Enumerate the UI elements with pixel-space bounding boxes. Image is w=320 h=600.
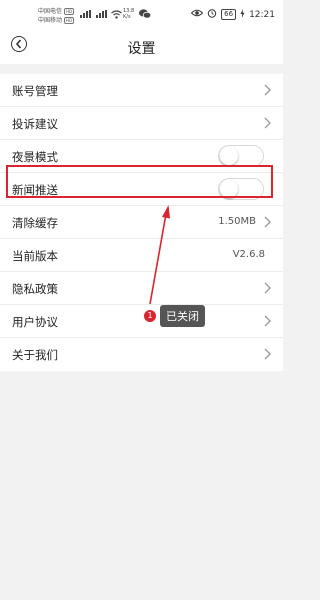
settings-item-version: 当前版本 V2.6.8 bbox=[0, 239, 283, 272]
settings-list: 账号管理 投诉建议 夜景模式 新闻推送 清除缓存 1.50MB 当前版本 V2.… bbox=[0, 74, 283, 371]
charging-icon bbox=[240, 8, 245, 21]
signal-icon bbox=[96, 10, 110, 20]
tooltip-text: 已关闭 bbox=[160, 305, 205, 327]
signal-icon bbox=[80, 10, 94, 20]
settings-item-label: 账号管理 bbox=[12, 84, 58, 98]
settings-item-label: 用户协议 bbox=[12, 315, 58, 329]
carrier1-label: 中国电信 bbox=[38, 8, 63, 15]
alarm-icon bbox=[207, 8, 217, 21]
settings-item-label: 投诉建议 bbox=[12, 117, 58, 131]
toggle-knob bbox=[220, 147, 238, 165]
settings-item-about[interactable]: 关于我们 bbox=[0, 338, 283, 371]
settings-item-label: 清除缓存 bbox=[12, 216, 58, 230]
chevron-right-icon bbox=[264, 117, 271, 129]
chevron-right-icon bbox=[264, 315, 271, 327]
wechat-icon bbox=[139, 9, 152, 21]
settings-item-clear-cache[interactable]: 清除缓存 1.50MB bbox=[0, 206, 283, 239]
chevron-right-icon bbox=[264, 216, 271, 228]
settings-item-account[interactable]: 账号管理 bbox=[0, 74, 283, 107]
settings-item-label: 夜景模式 bbox=[12, 150, 58, 164]
night-mode-toggle[interactable] bbox=[218, 145, 264, 167]
highlight-box bbox=[6, 165, 273, 198]
chevron-right-icon bbox=[264, 282, 271, 294]
step-badge: 1 bbox=[144, 310, 156, 322]
battery-indicator: 66 bbox=[221, 9, 237, 20]
page-title: 设置 bbox=[127, 41, 156, 57]
status-bar: 中国电信 HD 中国移动 HD 13.8 K/s 66 12:21 bbox=[0, 0, 283, 28]
settings-item-label: 关于我们 bbox=[12, 348, 58, 362]
settings-item-privacy[interactable]: 隐私政策 bbox=[0, 272, 283, 305]
cache-size-value: 1.50MB bbox=[218, 216, 256, 227]
hd-badge: HD bbox=[64, 8, 75, 15]
wifi-icon bbox=[111, 10, 122, 21]
carrier2-label: 中国移动 bbox=[38, 17, 63, 24]
version-value: V2.6.8 bbox=[232, 249, 265, 260]
chevron-right-icon bbox=[264, 348, 271, 360]
speed-unit: K/s bbox=[123, 14, 131, 20]
nav-bar: 设置 bbox=[0, 28, 283, 64]
network-speed: 13.8 K/s bbox=[123, 8, 134, 20]
chevron-right-icon bbox=[264, 84, 271, 96]
system-status: 66 12:21 bbox=[190, 8, 275, 21]
clock-time: 12:21 bbox=[249, 9, 275, 20]
hd-badge: HD bbox=[64, 17, 75, 24]
settings-item-label: 当前版本 bbox=[12, 249, 58, 263]
annotation-tooltip: 1 已关闭 bbox=[144, 305, 205, 327]
carrier-info: 中国电信 HD 中国移动 HD bbox=[38, 7, 75, 25]
eye-icon bbox=[190, 9, 204, 20]
settings-item-user-agreement[interactable]: 用户协议 bbox=[0, 305, 283, 338]
settings-item-label: 隐私政策 bbox=[12, 282, 58, 296]
settings-item-feedback[interactable]: 投诉建议 bbox=[0, 107, 283, 140]
